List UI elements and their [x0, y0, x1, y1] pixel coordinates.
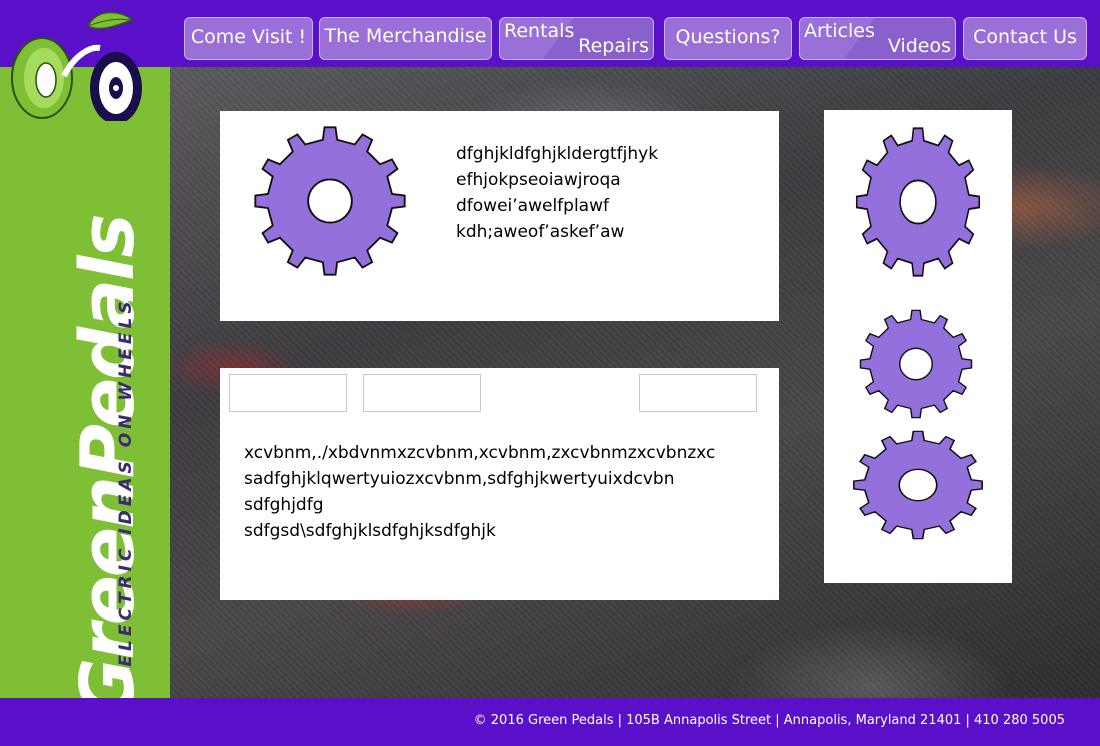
- text-line: efhjokpseoiawjroqa: [456, 170, 621, 190]
- text-line: xcvbnm,./xbdvnmxzcvbnm,xcvbnm,zxcvbnmzxc…: [244, 443, 716, 463]
- tab-box-1[interactable]: [229, 374, 347, 412]
- side-gear-panel: [824, 110, 1012, 583]
- nav-rentals-repairs-button[interactable]: Rentals Repairs: [499, 17, 654, 60]
- text-line: sadfghjklqwertyuiozxcvbnm,sdfghjkwertyui…: [244, 469, 675, 489]
- nav-merchandise-button[interactable]: The Merchandise: [319, 17, 492, 60]
- top-nav-bar: Come Visit ! The Merchandise Rentals Rep…: [0, 0, 1100, 67]
- brand-area: GreenPedals ELECTRIC IDEAS ON WHEELS: [0, 67, 170, 718]
- nav-articles-videos-button[interactable]: Articles Videos: [799, 17, 956, 60]
- gear-icon: [859, 309, 973, 419]
- footer: © 2016 Green Pedals | 105B Annapolis Str…: [0, 698, 1100, 746]
- text-line: sdfgsd\sdfghjklsdfghjksdfghjk: [244, 521, 496, 541]
- content-panel: xcvbnm,./xbdvnmxzcvbnm,xcvbnm,zxcvbnmzxc…: [220, 368, 779, 600]
- content-text: xcvbnm,./xbdvnmxzcvbnm,xcvbnm,zxcvbnmzxc…: [244, 440, 715, 544]
- nav-repairs-label: Repairs: [578, 35, 649, 57]
- brand-sidebar: GreenPedals ELECTRIC IDEAS ON WHEELS: [0, 67, 170, 719]
- text-line: dfghjkldfghjkldergtfjhyk: [456, 144, 659, 164]
- gear-icon: [254, 126, 406, 276]
- feature-panel: dfghjkldfghjkldergtfjhyk efhjokpseoiawjr…: [220, 111, 779, 321]
- nav-contact-label: Contact Us: [973, 26, 1077, 48]
- nav-come-visit-button[interactable]: Come Visit !: [184, 17, 313, 60]
- feature-text: dfghjkldfghjkldergtfjhyk efhjokpseoiawjr…: [456, 141, 658, 245]
- nav-questions-label: Questions?: [675, 26, 781, 48]
- nav-come-visit-label: Come Visit !: [190, 26, 307, 48]
- gear-icon: [855, 127, 981, 277]
- nav-contact-button[interactable]: Contact Us: [963, 17, 1087, 60]
- brand-name: GreenPedals: [65, 215, 151, 719]
- text-line: kdh;aweof’askef’aw: [456, 222, 625, 242]
- nav-questions-button[interactable]: Questions?: [664, 17, 792, 60]
- nav-articles-label: Articles: [804, 20, 875, 42]
- text-line: dfowei’awelfplawf: [456, 196, 609, 216]
- tab-box-3[interactable]: [639, 374, 757, 412]
- leaf-icon: [87, 11, 134, 30]
- footer-text: © 2016 Green Pedals | 105B Annapolis Str…: [473, 713, 1065, 728]
- brand-tagline: ELECTRIC IDEAS ON WHEELS: [116, 297, 136, 667]
- nav-merchandise-label: The Merchandise: [324, 25, 487, 47]
- tab-box-2[interactable]: [363, 374, 481, 412]
- logo-wheel-icon[interactable]: [4, 6, 154, 121]
- gear-icon: [853, 430, 983, 540]
- text-line: sdfghjdfg: [244, 495, 324, 515]
- nav-rentals-label: Rentals: [504, 20, 575, 42]
- nav-videos-label: Videos: [887, 35, 951, 57]
